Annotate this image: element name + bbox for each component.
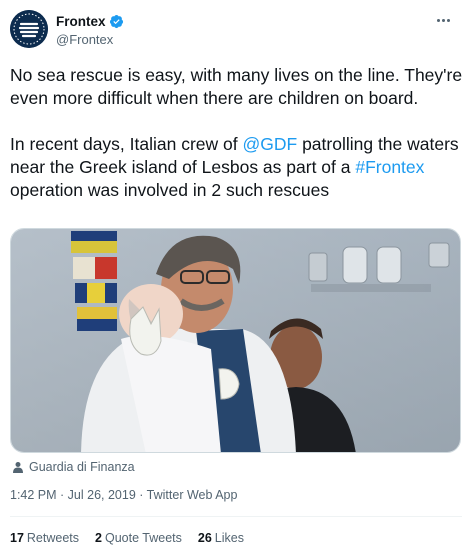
display-name-row: Frontex — [56, 12, 124, 30]
handle[interactable]: @Frontex — [56, 32, 124, 47]
tweet-source[interactable]: Twitter Web App — [147, 488, 238, 502]
divider — [10, 516, 462, 517]
retweets-label: Retweets — [26, 531, 80, 545]
frontex-logo-icon — [10, 10, 48, 48]
meta-separator: · — [135, 488, 147, 502]
tweet-meta: 1:42 PM · Jul 26, 2019 · Twitter Web App — [10, 488, 237, 502]
verified-badge-icon — [109, 14, 123, 28]
photo-credit[interactable]: Guardia di Finanza — [12, 459, 135, 475]
person-icon — [13, 462, 23, 473]
tweet-paragraph-1: No sea rescue is easy, with many lives o… — [10, 65, 463, 108]
quote-tweets-stat[interactable]: 2 Quote Tweets — [95, 531, 182, 545]
hashtag-link[interactable]: #Frontex — [355, 157, 424, 177]
tweet-paragraph-2: In recent days, Italian crew of @GDF pat… — [10, 133, 465, 202]
tweet-text: No sea rescue is easy, with many lives o… — [10, 64, 465, 225]
tweet-timestamp[interactable]: 1:42 PM · Jul 26, 2019 — [10, 488, 136, 502]
display-name[interactable]: Frontex — [56, 14, 106, 29]
tweet-header: Frontex @Frontex — [10, 10, 462, 50]
tweet-text-segment: In recent days, Italian crew of — [10, 134, 243, 154]
more-options-icon[interactable] — [432, 12, 454, 28]
tweet: Frontex @Frontex No sea rescue is easy, … — [0, 0, 472, 557]
account-names: Frontex @Frontex — [56, 12, 124, 47]
tweet-photo[interactable] — [10, 228, 461, 453]
likes-stat[interactable]: 26 Likes — [198, 531, 244, 545]
photo-credit-name[interactable]: Guardia di Finanza — [29, 460, 135, 474]
retweets-count: 17 — [10, 531, 24, 545]
likes-label: Likes — [214, 531, 244, 545]
avatar[interactable] — [10, 10, 48, 48]
retweets-stat[interactable]: 17 Retweets — [10, 531, 79, 545]
quote-tweets-count: 2 — [95, 531, 102, 545]
mention-link[interactable]: @GDF — [242, 134, 297, 154]
tweet-text-segment: operation was involved in 2 such rescues — [10, 180, 330, 200]
tweet-stats: 17 Retweets 2 Quote Tweets 26 Likes — [10, 531, 260, 545]
quote-tweets-label: Quote Tweets — [104, 531, 182, 545]
rescue-photo — [11, 229, 460, 452]
likes-count: 26 — [197, 531, 212, 545]
